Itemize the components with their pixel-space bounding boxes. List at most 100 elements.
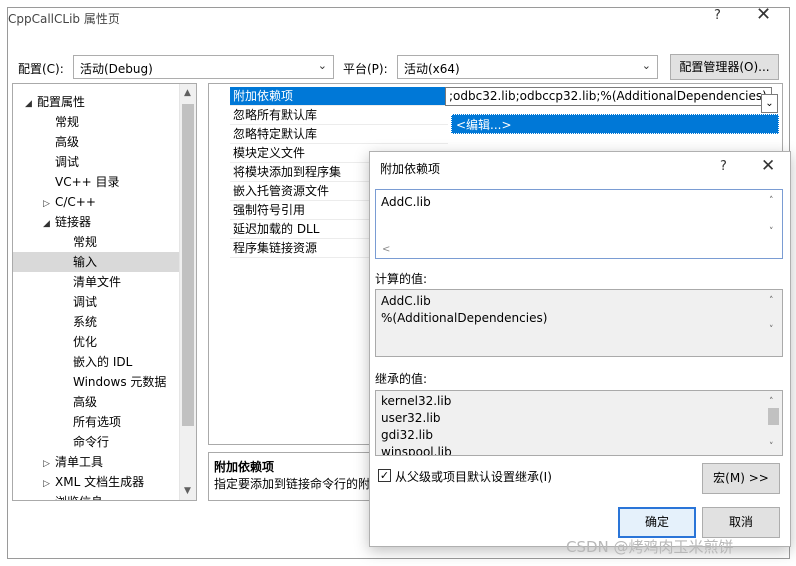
tree-item[interactable]: ▷ XML 文档生成器	[13, 472, 180, 492]
tree-item-label: XML 文档生成器	[55, 475, 145, 489]
computed-line: %(AdditionalDependencies)	[381, 311, 548, 325]
collapsed-arrow-icon[interactable]: ▷	[43, 454, 55, 474]
tree-item-label: 调试	[55, 155, 80, 169]
tree-item[interactable]: 调试	[13, 292, 180, 312]
inherit-checkbox-label: 从父级或项目默认设置继承(I)	[395, 470, 552, 484]
inherited-scrollbar[interactable]: ˄ ˅	[765, 391, 782, 455]
tree-item-label: 高级	[73, 395, 98, 409]
config-select[interactable]: 活动(Debug) ⌄	[73, 55, 334, 79]
input-value: AddC.lib	[381, 195, 431, 209]
chevron-down-icon: ⌄	[641, 59, 651, 72]
additional-dependencies-dialog: 附加依赖项 ? ✕ AddC.lib ˄ ˅ < 计算的值: AddC.lib …	[369, 151, 791, 547]
edit-option[interactable]: <编辑...>	[451, 114, 779, 134]
tree-item-label: 清单工具	[55, 455, 104, 469]
close-icon[interactable]: ✕	[761, 156, 775, 176]
scroll-up-icon[interactable]: ˄	[769, 193, 774, 210]
description-title: 附加依赖项	[214, 460, 275, 474]
description-text: 指定要添加到链接命令行的附	[214, 477, 371, 491]
scroll-down-icon[interactable]: ˅	[769, 322, 774, 339]
tree-item-label: 优化	[73, 335, 98, 349]
tree-item-label: 嵌入的 IDL	[73, 355, 133, 369]
config-manager-button[interactable]: 配置管理器(O)...	[670, 54, 779, 80]
tree-item[interactable]: 调试	[13, 152, 180, 172]
tree-item[interactable]: 常规	[13, 112, 180, 132]
tree-item[interactable]: 所有选项	[13, 412, 180, 432]
tree-item[interactable]: 输入	[13, 252, 180, 272]
platform-label: 平台(P):	[343, 62, 388, 76]
tree-item[interactable]: ◢ 链接器	[13, 212, 180, 232]
computed-label: 计算的值:	[375, 272, 428, 286]
tree-item[interactable]: 清单文件	[13, 272, 180, 292]
scroll-down-icon[interactable]: ˅	[769, 224, 774, 241]
scroll-left-icon[interactable]: <	[382, 241, 390, 258]
tree-item-label: 所有选项	[73, 415, 122, 429]
close-icon[interactable]: ✕	[756, 4, 771, 25]
inherited-scroll-thumb[interactable]	[768, 408, 779, 425]
property-row[interactable]: 附加依赖项	[230, 87, 448, 106]
cancel-button[interactable]: 取消	[702, 507, 780, 538]
inherited-values: kernel32.lib user32.lib gdi32.lib winspo…	[375, 390, 783, 456]
tree-scroll-thumb[interactable]	[182, 104, 194, 426]
tree-item[interactable]: 嵌入的 IDL	[13, 352, 180, 372]
tree-item-label: 配置属性	[37, 95, 86, 109]
expanded-arrow-icon[interactable]: ◢	[43, 214, 55, 234]
tree-item-label: 调试	[73, 295, 98, 309]
platform-value: 活动(x64)	[404, 62, 460, 76]
ok-button[interactable]: 确定	[618, 507, 696, 538]
inherited-line: gdi32.lib	[381, 428, 433, 442]
tree-item[interactable]: 高级	[13, 132, 180, 152]
dependencies-input[interactable]: AddC.lib ˄ ˅ <	[375, 189, 783, 259]
tree-item-label: 系统	[73, 315, 98, 329]
tree-scrollbar[interactable]: ▲ ▼	[179, 84, 196, 500]
platform-select[interactable]: 活动(x64) ⌄	[397, 55, 658, 79]
scroll-up-icon[interactable]: ▲	[184, 88, 191, 98]
tree-item[interactable]: 命令行	[13, 432, 180, 452]
tree-item[interactable]: Windows 元数据	[13, 372, 180, 392]
collapsed-arrow-icon[interactable]: ▷	[43, 194, 55, 214]
tree-item[interactable]: ▷ C/C++	[13, 192, 180, 212]
value-field[interactable]: ;odbc32.lib;odbccp32.lib;%(AdditionalDep…	[445, 87, 772, 106]
macro-button[interactable]: 宏(M) >>	[702, 463, 780, 494]
computed-scrollbar[interactable]: ˄ ˅	[765, 290, 782, 356]
help-icon[interactable]: ?	[720, 159, 727, 174]
tree-item-label: VC++ 目录	[55, 175, 120, 189]
tree-item-label: 输入	[73, 255, 98, 269]
tree-item[interactable]: ▷浏览信息	[13, 492, 180, 500]
computed-line: AddC.lib	[381, 294, 431, 308]
window-title: CppCallCLib 属性页	[8, 12, 120, 26]
expanded-arrow-icon[interactable]: ◢	[25, 94, 37, 114]
scroll-up-icon[interactable]: ˄	[769, 293, 774, 310]
tree-item-label: 清单文件	[73, 275, 122, 289]
property-row[interactable]: 忽略所有默认库	[230, 106, 448, 125]
collapsed-arrow-icon[interactable]: ▷	[43, 474, 55, 494]
tree-item-label: C/C++	[55, 195, 96, 209]
tree-item[interactable]: ▷ 清单工具	[13, 452, 180, 472]
tree-item[interactable]: 常规	[13, 232, 180, 252]
tree-item-label: 命令行	[73, 435, 110, 449]
computed-values: AddC.lib %(AdditionalDependencies) ˄ ˅	[375, 289, 783, 357]
property-tree[interactable]: ◢ 配置属性 常规 高级 调试 VC++ 目录 ▷ C/C++ ◢ 链接器 常规 输入 清单文件 调试 系统…	[12, 83, 197, 501]
collapsed-arrow-icon[interactable]: ▷	[43, 494, 55, 500]
tree-item-label: 高级	[55, 135, 80, 149]
help-icon[interactable]: ?	[714, 8, 721, 23]
tree-item-label: Windows 元数据	[73, 375, 167, 389]
input-scrollbar[interactable]: ˄ ˅	[765, 190, 782, 258]
tree-item[interactable]: 优化	[13, 332, 180, 352]
watermark: CSDN @烤鸡肉玉米煎饼	[566, 538, 734, 556]
tree-item-label: 常规	[55, 115, 80, 129]
property-row[interactable]: 忽略特定默认库	[230, 125, 448, 144]
inherited-line: kernel32.lib	[381, 394, 452, 408]
config-value: 活动(Debug)	[80, 62, 153, 76]
tree-item-label: 常规	[73, 235, 98, 249]
inherit-checkbox[interactable]: ✓	[378, 469, 391, 482]
chevron-down-icon: ⌄	[317, 59, 327, 72]
tree-item[interactable]: ◢ 配置属性	[13, 92, 180, 112]
value-dropdown-icon[interactable]: ⌄	[761, 94, 778, 113]
scroll-down-icon[interactable]: ˅	[769, 439, 774, 455]
tree-item[interactable]: 高级	[13, 392, 180, 412]
dialog-title: 附加依赖项	[380, 162, 441, 176]
inherited-label: 继承的值:	[375, 372, 428, 386]
tree-item[interactable]: 系统	[13, 312, 180, 332]
tree-item[interactable]: VC++ 目录	[13, 172, 180, 192]
scroll-down-icon[interactable]: ▼	[184, 486, 191, 496]
